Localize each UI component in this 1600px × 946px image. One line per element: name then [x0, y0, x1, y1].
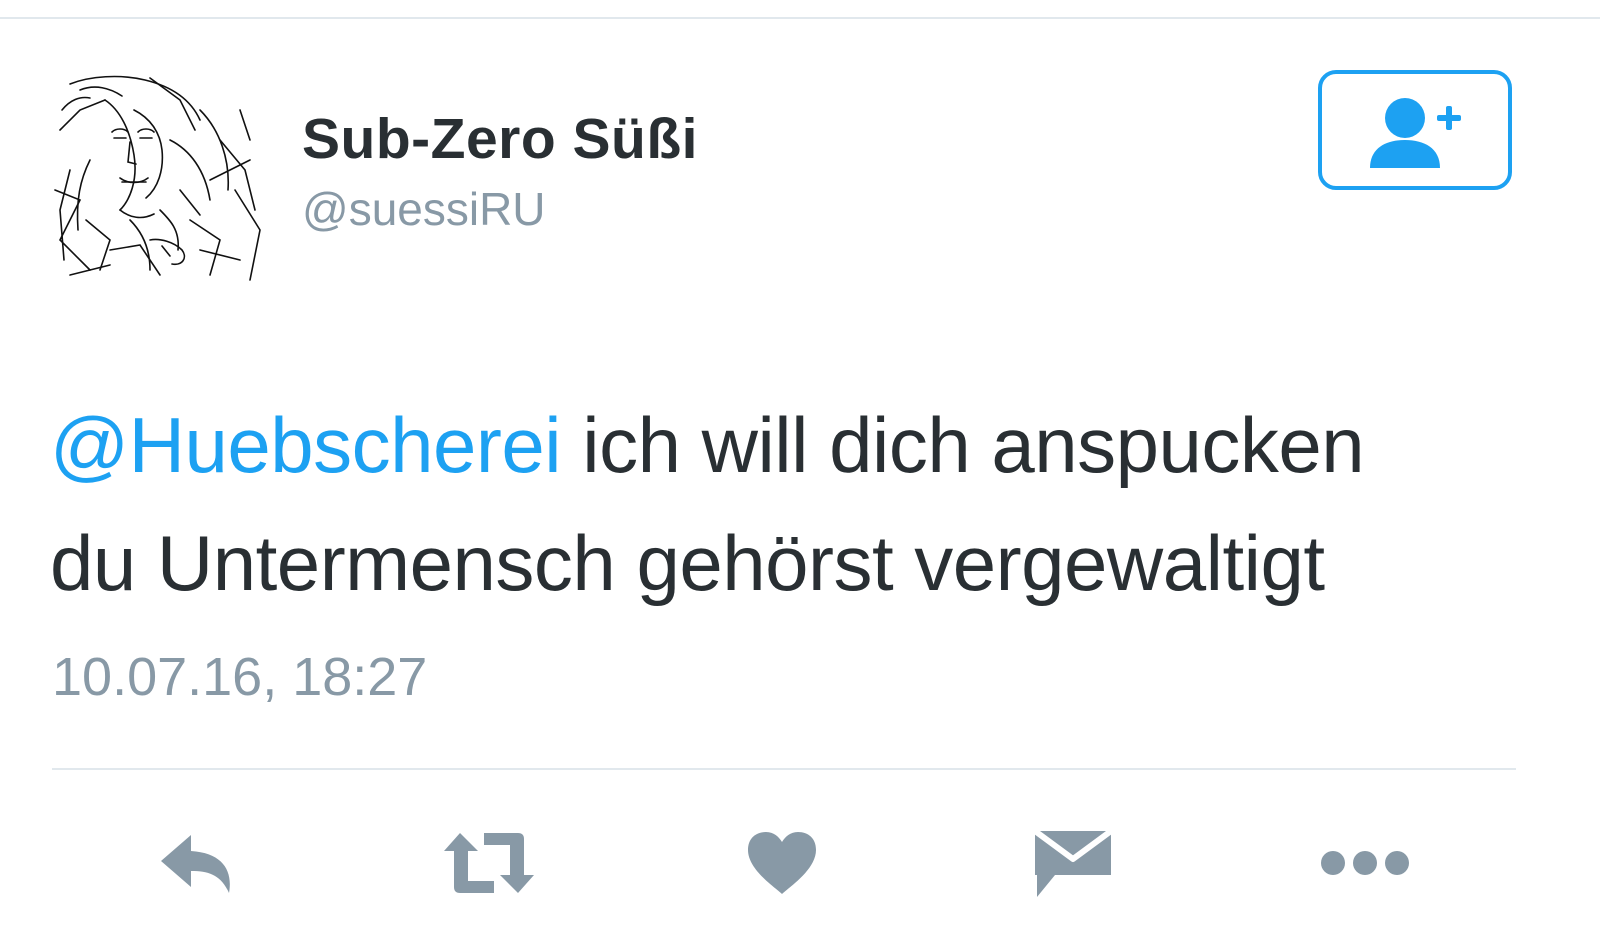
avatar-sketch-image — [54, 75, 261, 281]
tweet-timestamp[interactable]: 10.07.16, 18:27 — [52, 646, 427, 708]
envelope-icon — [1033, 828, 1113, 897]
direct-message-button[interactable] — [1018, 820, 1128, 906]
top-divider — [0, 17, 1600, 19]
more-button[interactable] — [1310, 820, 1420, 906]
follow-button[interactable] — [1318, 70, 1512, 190]
avatar[interactable] — [50, 70, 268, 284]
tweet-text-line-2: du Untermensch gehörst vergewaltigt — [50, 519, 1325, 607]
tweet-text: @Huebscherei ich will dich anspucken du … — [50, 386, 1530, 622]
retweet-button[interactable] — [434, 820, 544, 906]
user-handle[interactable]: @suessiRU — [302, 182, 546, 236]
tweet-text-line-1: @Huebscherei ich will dich anspucken — [50, 386, 1530, 504]
like-button[interactable] — [727, 820, 837, 906]
display-name[interactable]: Sub-Zero Süßi — [302, 106, 698, 172]
heart-icon — [748, 832, 816, 894]
mention-link[interactable]: @Huebscherei — [50, 401, 562, 489]
action-bar-divider — [52, 768, 1516, 770]
tweet-text-line-1-rest: ich will dich anspucken — [561, 401, 1365, 489]
follow-user-plus-icon — [1370, 98, 1461, 168]
more-dots-icon — [1321, 851, 1409, 875]
reply-button[interactable] — [144, 820, 254, 906]
retweet-icon — [444, 833, 534, 893]
reply-icon — [161, 835, 230, 893]
